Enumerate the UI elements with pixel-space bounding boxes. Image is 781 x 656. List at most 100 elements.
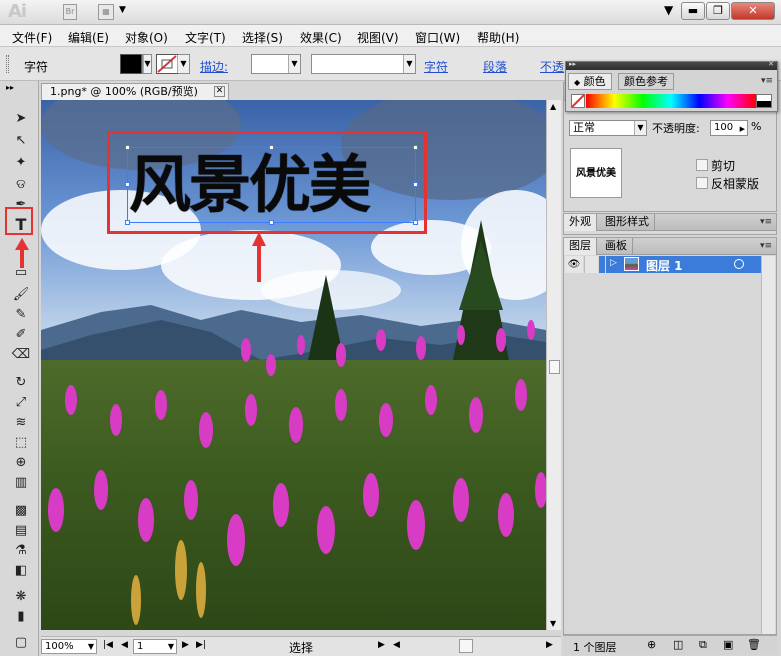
symbol-sprayer-tool-icon[interactable]: ❋ <box>11 587 31 607</box>
panel-menu-icon[interactable]: ▾≡ <box>760 241 772 251</box>
menu-view[interactable]: 视图(V) <box>357 29 399 46</box>
vertical-scrollbar[interactable]: ▲ ▼ <box>546 100 561 630</box>
gradient-tool-icon[interactable]: ▤ <box>11 521 31 541</box>
menu-window[interactable]: 窗口(W) <box>415 29 460 46</box>
fill-dropdown[interactable]: ▼ <box>142 54 152 74</box>
grip-handle[interactable] <box>6 55 9 73</box>
expand-arrow-icon[interactable]: ▷ <box>610 258 617 268</box>
character-link[interactable]: 字符 <box>424 58 448 75</box>
rectangle-tool-icon[interactable]: ▭ <box>11 263 31 283</box>
stroke-swatch[interactable] <box>156 54 178 74</box>
rotate-tool-icon[interactable]: ↻ <box>11 373 31 393</box>
clip-checkbox[interactable] <box>696 159 708 171</box>
font-family-dropdown[interactable]: ▼ <box>311 54 416 74</box>
menu-effect[interactable]: 效果(C) <box>300 29 342 46</box>
magic-wand-tool-icon[interactable]: ✦ <box>11 153 31 173</box>
scale-tool-icon[interactable]: ⤢ <box>11 393 31 413</box>
tab-graphic-styles[interactable]: 图形样式 <box>600 214 655 231</box>
scroll-left-icon[interactable]: ◀ <box>393 640 400 650</box>
warp-tool-icon[interactable]: ≋ <box>11 413 31 433</box>
stroke-weight-field[interactable]: ▼ <box>251 54 301 74</box>
expand-icon[interactable]: ▸▸ <box>569 60 576 68</box>
artboard-canvas[interactable]: 风景优美 <box>41 100 546 630</box>
arrange-documents-icon[interactable]: ▦ <box>98 4 114 20</box>
page-dropdown[interactable]: 1 ▼ <box>133 639 177 654</box>
trash-icon[interactable]: 🗑 <box>747 638 761 651</box>
selection-tool-icon[interactable]: ➤ <box>11 109 31 129</box>
status-mode-label[interactable]: 选择 <box>289 639 313 656</box>
zoom-dropdown[interactable]: 100% ▼ <box>41 639 97 654</box>
expand-icon[interactable]: ▸▸ <box>6 83 14 92</box>
new-sublayer-icon[interactable]: ⧉ <box>699 638 707 652</box>
artboard-tool-icon[interactable]: ▢ <box>11 633 31 653</box>
opacity-link[interactable]: 不透 <box>540 58 564 75</box>
invert-mask-checkbox[interactable] <box>696 177 708 189</box>
hscroll-thumb[interactable] <box>459 639 473 653</box>
blend-mode-dropdown[interactable]: 正常 ▼ <box>569 120 647 136</box>
layer-row[interactable]: ▷ 图层 1 <box>606 256 761 273</box>
blend-tool-icon[interactable]: ◧ <box>11 561 31 581</box>
menu-edit[interactable]: 编辑(E) <box>68 29 109 46</box>
layer-name[interactable]: 图层 1 <box>646 257 683 274</box>
tab-layers[interactable]: 图层 <box>564 238 597 255</box>
fill-swatch[interactable] <box>120 54 142 74</box>
last-page-icon[interactable]: ▶| <box>196 640 206 650</box>
opacity-field[interactable]: 100 ▶ <box>710 120 748 136</box>
menu-object[interactable]: 对象(O) <box>125 29 168 46</box>
restore-button[interactable]: ❐ <box>706 2 730 20</box>
chevron-down-icon[interactable]: ▼ <box>664 3 673 17</box>
status-menu-icon[interactable]: ▶ <box>378 640 385 650</box>
locate-object-icon[interactable]: ⊕ <box>647 638 656 651</box>
panel-drag-bar[interactable]: ▸▸ ✕ <box>566 60 777 70</box>
paintbrush-tool-icon[interactable]: 🖌 <box>11 285 31 305</box>
panel-menu-icon[interactable]: ▾≡ <box>760 217 772 227</box>
first-page-icon[interactable]: |◀ <box>103 640 113 650</box>
mesh-tool-icon[interactable]: ▩ <box>11 501 31 521</box>
column-graph-tool-icon[interactable]: ▮ <box>11 607 31 627</box>
close-icon[interactable]: ✕ <box>768 60 774 68</box>
headline-text[interactable]: 风景优美 <box>129 150 419 220</box>
prev-page-icon[interactable]: ◀ <box>121 640 128 650</box>
target-icon[interactable] <box>734 259 744 269</box>
paragraph-link[interactable]: 段落 <box>483 58 507 75</box>
minimize-button[interactable]: ▬ <box>681 2 705 20</box>
tab-appearance[interactable]: 外观 <box>564 214 597 231</box>
pencil-tool-icon[interactable]: ✎ <box>11 305 31 325</box>
layers-scrollbar[interactable] <box>761 256 775 634</box>
tab-color[interactable]: ◆ 颜色 <box>568 73 612 90</box>
lock-toggle[interactable] <box>584 256 598 273</box>
chevron-down-icon[interactable]: ▼ <box>119 5 126 15</box>
eyedropper-tool-icon[interactable]: ⚗ <box>11 541 31 561</box>
tab-color-guide[interactable]: 颜色参考 <box>618 73 674 90</box>
black-white-swatch[interactable] <box>756 94 772 108</box>
stroke-link[interactable]: 描边: <box>200 58 228 75</box>
free-transform-tool-icon[interactable]: ⬚ <box>11 433 31 453</box>
graph-tool-icon[interactable]: ▥ <box>11 473 31 493</box>
color-spectrum[interactable] <box>586 94 756 108</box>
menu-select[interactable]: 选择(S) <box>242 29 283 46</box>
scroll-thumb[interactable] <box>549 360 560 374</box>
new-layer-icon[interactable]: ▣ <box>723 638 733 651</box>
resize-handle[interactable] <box>413 220 418 225</box>
direct-selection-tool-icon[interactable]: ↖ <box>11 131 31 151</box>
panel-menu-icon[interactable]: ▾≡ <box>761 76 773 86</box>
menu-type[interactable]: 文字(T) <box>185 29 226 46</box>
close-button[interactable]: ✕ <box>731 2 775 20</box>
mask-thumbnail[interactable]: 风景优美 <box>570 148 622 198</box>
tab-artboards[interactable]: 画板 <box>600 238 633 255</box>
close-icon[interactable]: ✕ <box>214 86 225 97</box>
menu-help[interactable]: 帮助(H) <box>477 29 519 46</box>
blob-brush-tool-icon[interactable]: ✐ <box>11 325 31 345</box>
none-swatch-icon[interactable] <box>571 94 585 108</box>
clipping-mask-icon[interactable]: ◫ <box>673 638 683 651</box>
scroll-down-icon[interactable]: ▼ <box>550 619 556 628</box>
menu-file[interactable]: 文件(F) <box>12 29 52 46</box>
stroke-dropdown[interactable]: ▼ <box>177 54 190 74</box>
next-page-icon[interactable]: ▶ <box>182 640 189 650</box>
shape-builder-tool-icon[interactable]: ⊕ <box>11 453 31 473</box>
scroll-up-icon[interactable]: ▲ <box>550 102 556 111</box>
bridge-icon[interactable]: Br <box>63 4 77 20</box>
document-tab[interactable]: 1.png* @ 100% (RGB/预览) ✕ <box>41 83 229 100</box>
eye-icon[interactable]: 👁 <box>565 256 583 273</box>
eraser-tool-icon[interactable]: ⌫ <box>11 345 31 365</box>
